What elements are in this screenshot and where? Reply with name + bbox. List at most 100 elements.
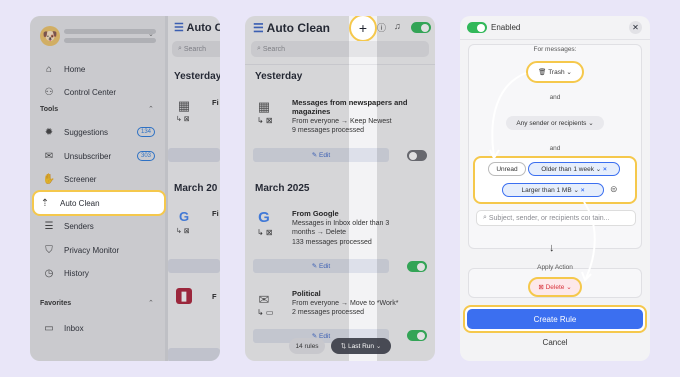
help-icon[interactable]: ⓘ: [377, 21, 386, 34]
account-name: [64, 29, 156, 34]
highlight-auto-clean[interactable]: ⇡ Auto Clean: [32, 190, 166, 216]
rule-actions-icon: ↳ ⊠: [176, 116, 190, 123]
rule-summary: Messages in Inbox older than 3 months → …: [292, 220, 390, 236]
inbox-icon: ▭: [44, 322, 54, 334]
chevron-down-icon[interactable]: ⌄: [148, 30, 154, 38]
chevron-down-icon: ⌄: [564, 284, 572, 291]
section-heading: Yesterday: [174, 71, 220, 82]
sidebar-item-label: Screener: [64, 174, 97, 184]
avatar[interactable]: 🐶: [40, 26, 60, 46]
remove-icon[interactable]: ×: [603, 166, 607, 173]
list-icon: ☰: [174, 22, 184, 34]
chevron-up-icon[interactable]: ⌃: [148, 299, 154, 307]
bell-icon[interactable]: ♫: [394, 21, 401, 31]
sidebar: 🐶 ⌄ ⌂ Home ⚇ Control Center Tools ⌃ ✹ Su…: [30, 16, 165, 361]
search-input[interactable]: ⌕ Search: [172, 41, 220, 57]
sidebar-item-suggestions[interactable]: ✹ Suggestions 134: [38, 122, 163, 142]
age-filter[interactable]: Older than 1 week ⌄ ×: [528, 162, 620, 176]
rule-actions-icon: ↳ ⊠: [257, 228, 273, 237]
edit-button[interactable]: ✎ Edit: [253, 148, 389, 162]
sidebar-item-privacy-monitor[interactable]: ⛉ Privacy Monitor: [38, 240, 163, 260]
delete-icon: ⊠: [538, 284, 546, 291]
plus-icon: +: [358, 20, 368, 36]
favorites-heading: Favorites: [40, 300, 72, 307]
add-rule-button[interactable]: +: [349, 16, 377, 42]
chevron-down-icon: ⌄: [593, 166, 604, 173]
enabled-label: Enabled: [491, 23, 521, 32]
rule-title: From Google: [292, 209, 339, 218]
action-select[interactable]: ⊠ Delete ⌄: [528, 277, 582, 297]
divider: [460, 39, 650, 40]
sidebar-item-label: Senders: [64, 221, 94, 231]
rule-title: Fi: [212, 98, 219, 107]
page-title: ☰ Auto Cl: [174, 22, 220, 34]
divider: [245, 64, 435, 65]
rule-processed: 9 messages processed: [292, 127, 364, 134]
edit-icon: ✎: [311, 263, 320, 270]
auto-clean-icon: ⇡: [40, 197, 50, 209]
edit-button[interactable]: [168, 148, 220, 162]
sidebar-item-control-center[interactable]: ⚇ Control Center: [38, 82, 163, 102]
apply-action-label: Apply Action: [537, 264, 573, 271]
rule-title: Political: [292, 289, 321, 298]
chevron-down-icon: ⌄: [586, 120, 594, 127]
for-messages-label: For messages:: [533, 46, 577, 53]
section-heading: Yesterday: [255, 71, 303, 82]
close-button[interactable]: ✕: [629, 21, 642, 34]
folder-select[interactable]: 🗑 Trash ⌄: [526, 61, 584, 83]
and-label: and: [549, 145, 561, 152]
rule-title: Fi: [212, 209, 219, 218]
chevron-down-icon: ⌄: [564, 69, 572, 76]
newspaper-icon: ▦: [257, 99, 271, 114]
sidebar-item-label: Inbox: [64, 323, 84, 333]
sidebar-item-label: Unsubscriber: [64, 151, 112, 161]
filter-icon[interactable]: ⊜: [610, 184, 618, 195]
chevron-down-icon: ⌄: [571, 187, 581, 194]
rule-toggle[interactable]: [407, 261, 427, 272]
rule-title: Messages from newspapers and magazines: [292, 98, 408, 116]
sidebar-item-home[interactable]: ⌂ Home: [38, 59, 163, 79]
sidebar-item-label: History: [64, 268, 89, 278]
edit-button[interactable]: [168, 259, 220, 273]
main-content: ☰ Auto Cl ⌕ Search Yesterday ▦ ↳ ⊠ Fi Ma…: [168, 16, 220, 361]
search-input[interactable]: ⌕ Search: [251, 41, 429, 57]
close-icon: ✕: [632, 23, 639, 32]
rule-toggle[interactable]: [407, 150, 427, 161]
auto-clean-toggle[interactable]: [411, 22, 431, 33]
rule-toggle[interactable]: [407, 330, 427, 341]
sidebar-item-unsubscriber[interactable]: ✉ Unsubscriber 303: [38, 146, 163, 166]
sidebar-item-label: Auto Clean: [60, 198, 100, 208]
sort-icon: ⇅: [340, 343, 348, 350]
unread-filter[interactable]: Unread: [488, 162, 526, 176]
edit-button[interactable]: [168, 348, 220, 361]
sender-select[interactable]: Any sender or recipients ⌄: [506, 116, 604, 130]
create-rule-button[interactable]: Create Rule: [467, 309, 643, 329]
chevron-up-icon[interactable]: ⌃: [148, 105, 154, 113]
control-center-icon: ⚇: [44, 86, 54, 98]
app-icon: ▮: [176, 288, 192, 304]
sidebar-item-screener[interactable]: ✋ Screener: [38, 169, 163, 189]
sidebar-item-senders[interactable]: ☰ Senders: [38, 216, 163, 236]
sidebar-item-history[interactable]: ◷ History: [38, 263, 163, 283]
rule-summary: From everyone → Keep Newest: [292, 118, 392, 125]
page-title: ☰ Auto Clean: [253, 21, 330, 35]
subject-search-input[interactable]: ⌕ Subject, sender, or recipients contain…: [476, 210, 636, 226]
sidebar-item-label: Suggestions: [64, 127, 109, 137]
rule-processed: 133 messages processed: [292, 239, 372, 246]
dim-overlay: [377, 16, 435, 361]
enabled-toggle[interactable]: [467, 22, 487, 33]
count-badge: 303: [136, 151, 155, 161]
edit-button[interactable]: ✎ Edit: [253, 259, 389, 273]
sort-button[interactable]: ⇅ Last Run ⌄: [331, 338, 391, 354]
cancel-button[interactable]: Cancel: [460, 338, 650, 347]
section-heading: March 2025: [255, 183, 310, 194]
lightbulb-icon: ✹: [44, 126, 54, 138]
history-icon: ◷: [44, 267, 54, 279]
arrow-down-icon: ↓: [549, 242, 555, 254]
create-rule-panel: Enabled ✕ For messages: 🗑 Trash ⌄ and An…: [460, 16, 650, 361]
size-filter[interactable]: Larger than 1 MB ⌄ ×: [502, 183, 604, 197]
google-icon: G: [258, 209, 270, 226]
remove-icon[interactable]: ×: [581, 187, 585, 194]
section-heading: March 20: [174, 183, 218, 194]
sidebar-item-inbox[interactable]: ▭ Inbox: [38, 318, 163, 338]
